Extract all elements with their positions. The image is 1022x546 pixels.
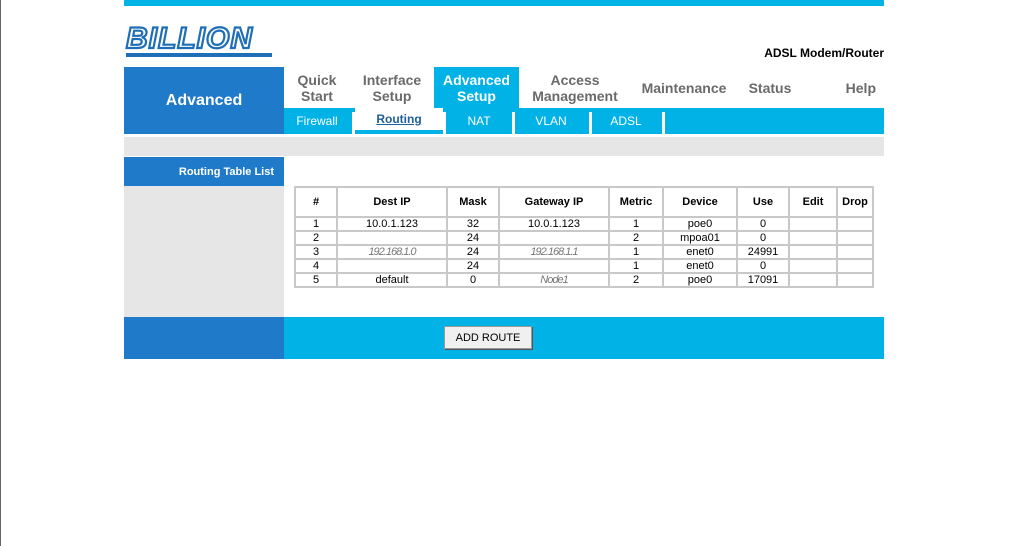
routing-table: # Dest IP Mask Gateway IP Metric Device … xyxy=(294,186,874,288)
drop-cell[interactable] xyxy=(836,216,874,232)
col-edit: Edit xyxy=(788,186,838,218)
subnav-divider xyxy=(662,112,665,134)
col-drop: Drop xyxy=(836,186,874,218)
tab-access-management[interactable]: Access Management xyxy=(519,67,631,108)
obscured-value xyxy=(336,258,448,274)
footer-left-block xyxy=(124,317,284,359)
subtab-nat[interactable]: NAT xyxy=(446,108,512,134)
table-row: 2 24 2 mpoa01 0 xyxy=(294,230,874,246)
drop-cell[interactable] xyxy=(836,230,874,246)
table-row: 3 192.168.1.0 24 192.168.1.1 1 enet0 249… xyxy=(294,244,874,260)
tab-help[interactable]: Help xyxy=(814,67,884,108)
table-row: 5 default 0 Node1 2 poe0 17091 xyxy=(294,272,874,288)
col-device: Device xyxy=(662,186,738,218)
tab-advanced-setup[interactable]: Advanced Setup xyxy=(434,67,519,108)
col-num: # xyxy=(294,186,338,218)
obscured-value xyxy=(498,230,610,246)
col-mask: Mask xyxy=(446,186,500,218)
table-header-row: # Dest IP Mask Gateway IP Metric Device … xyxy=(294,186,874,218)
routing-table-label: Routing Table List xyxy=(124,157,284,186)
subtab-adsl[interactable]: ADSL xyxy=(592,108,660,134)
header-gray-bar xyxy=(124,137,884,156)
edit-cell[interactable] xyxy=(788,216,838,232)
edit-cell[interactable] xyxy=(788,244,838,260)
subtab-firewall[interactable]: Firewall xyxy=(284,108,350,134)
edit-cell[interactable] xyxy=(788,272,838,288)
col-metric: Metric xyxy=(608,186,664,218)
col-dest-ip: Dest IP xyxy=(336,186,448,218)
obscured-value xyxy=(498,258,610,274)
col-gateway-ip: Gateway IP xyxy=(498,186,610,218)
section-title: Advanced xyxy=(124,67,284,134)
tab-quick-start[interactable]: Quick Start xyxy=(284,67,350,108)
tab-interface-setup[interactable]: Interface Setup xyxy=(350,67,434,108)
drop-cell[interactable] xyxy=(836,258,874,274)
edit-cell[interactable] xyxy=(788,258,838,274)
tab-maintenance[interactable]: Maintenance xyxy=(631,67,737,108)
table-row: 4 24 1 enet0 0 xyxy=(294,258,874,274)
billion-logo: BILLION xyxy=(125,21,272,57)
tab-status[interactable]: Status xyxy=(737,67,803,108)
subtab-vlan[interactable]: VLAN xyxy=(515,108,587,134)
top-accent-bar xyxy=(124,0,884,6)
product-name: ADSL Modem/Router xyxy=(764,46,884,60)
drop-cell[interactable] xyxy=(836,244,874,260)
edit-cell[interactable] xyxy=(788,230,838,246)
left-gray-panel xyxy=(124,186,284,317)
obscured-value xyxy=(336,230,448,246)
logo-text: BILLION xyxy=(126,22,253,55)
subtab-routing[interactable]: Routing xyxy=(355,108,443,130)
table-row: 1 10.0.1.123 32 10.0.1.123 1 poe0 0 xyxy=(294,216,874,232)
drop-cell[interactable] xyxy=(836,272,874,288)
main-nav: Quick Start Interface Setup Advanced Setup … xyxy=(284,67,884,108)
add-route-button[interactable]: ADD ROUTE xyxy=(444,326,532,349)
sub-nav: Firewall Routing NAT VLAN ADSL xyxy=(284,108,884,134)
col-use: Use xyxy=(736,186,790,218)
